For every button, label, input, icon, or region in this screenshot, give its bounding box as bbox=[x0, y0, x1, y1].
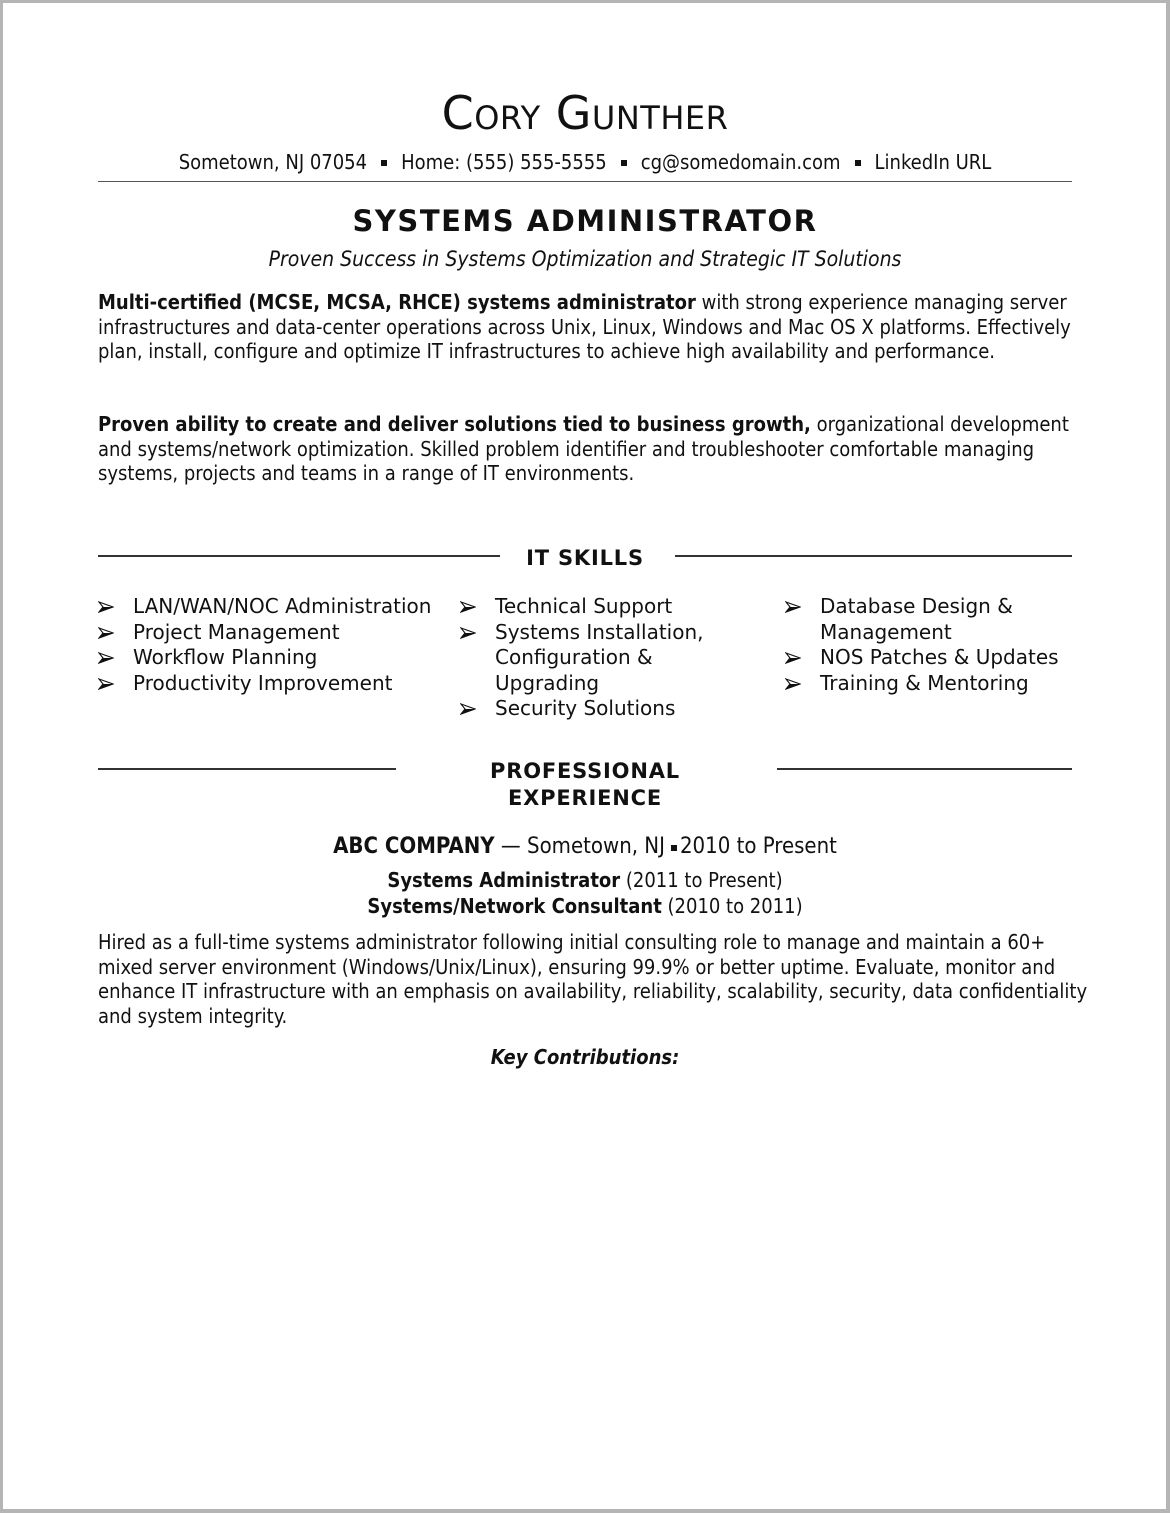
skills-column-1: LAN/WAN/NOC Administration Project Manag… bbox=[98, 594, 438, 696]
skill-item: NOS Patches & Updates bbox=[785, 645, 1075, 671]
key-contributions-label: Key Contributions: bbox=[490, 1045, 680, 1069]
arrowhead-bullet-icon bbox=[785, 652, 801, 664]
skill-item: Workflow Planning bbox=[98, 645, 438, 671]
role-dates: (2011 to Present) bbox=[620, 868, 783, 892]
contact-location: Sometown, NJ 07054 bbox=[178, 150, 368, 174]
skill-item: Productivity Improvement bbox=[98, 671, 438, 697]
experience-heading-line-2: EXPERIENCE bbox=[508, 786, 662, 810]
skills-rule-right bbox=[675, 555, 1072, 557]
header-divider bbox=[98, 181, 1072, 182]
experience-heading: PROFESSIONAL EXPERIENCE bbox=[98, 758, 1072, 812]
skills-column-2: Technical Support Systems Installation, … bbox=[460, 594, 760, 722]
skill-item: Database Design & Management bbox=[785, 594, 1075, 645]
candidate-name: Cory Gunther bbox=[441, 86, 729, 140]
arrowhead-bullet-icon bbox=[98, 677, 114, 690]
role-title: Systems/Network Consultant bbox=[367, 894, 662, 918]
contact-email[interactable]: cg@somedomain.com bbox=[641, 150, 841, 174]
arrowhead-bullet-icon bbox=[785, 601, 801, 613]
skill-item: Security Solutions bbox=[460, 696, 760, 722]
contact-line: Sometown, NJ 07054 Home: (555) 555-5555 cg… bbox=[98, 148, 1072, 176]
skills-column-3: Database Design & Management NOS Patches… bbox=[785, 594, 1075, 696]
job-title: SYSTEMS ADMINISTRATOR bbox=[352, 204, 818, 238]
arrowhead-bullet-icon bbox=[98, 626, 114, 639]
tagline: Proven Success in Systems Optimization a… bbox=[268, 247, 902, 271]
company-location: — Sometown, NJ bbox=[494, 834, 665, 859]
company-line: ABC COMPANY — Sometown, NJ 2010 to Presen… bbox=[98, 832, 1072, 862]
experience-rule-right bbox=[777, 768, 1072, 770]
role-line-1: Systems Administrator (2011 to Present) bbox=[98, 867, 1072, 893]
company-name: ABC COMPANY bbox=[333, 834, 495, 859]
skill-item: Training & Mentoring bbox=[785, 671, 1075, 697]
summary-2-bold: Proven ability to create and deliver sol… bbox=[98, 412, 811, 436]
summary-paragraph-2: Proven ability to create and deliver sol… bbox=[98, 412, 1088, 486]
skill-item: Technical Support bbox=[460, 594, 760, 620]
skill-item: LAN/WAN/NOC Administration bbox=[98, 594, 438, 620]
contact-phone: Home: (555) 555-5555 bbox=[401, 150, 607, 174]
role-line-2: Systems/Network Consultant (2010 to 2011… bbox=[98, 893, 1072, 919]
skills-heading: IT SKILLS bbox=[526, 546, 644, 570]
role-dates: (2010 to 2011) bbox=[661, 894, 803, 918]
separator-square-icon bbox=[620, 159, 627, 166]
experience-description: Hired as a full-time systems administrat… bbox=[98, 930, 1088, 1028]
separator-square-icon bbox=[854, 159, 861, 166]
contact-linkedin[interactable]: LinkedIn URL bbox=[875, 150, 992, 174]
arrowhead-bullet-icon bbox=[785, 677, 801, 690]
arrowhead-bullet-icon bbox=[460, 601, 476, 613]
separator-square-icon bbox=[381, 159, 388, 166]
arrowhead-bullet-icon bbox=[98, 652, 114, 664]
summary-1-bold: Multi-certified (MCSE, MCSA, RHCE) syste… bbox=[98, 290, 696, 314]
arrowhead-bullet-icon bbox=[460, 626, 476, 639]
skill-item: Project Management bbox=[98, 620, 438, 646]
arrowhead-bullet-icon bbox=[460, 703, 476, 715]
arrowhead-bullet-icon bbox=[98, 601, 114, 613]
skill-item: Systems Installation, Configuration & Up… bbox=[460, 620, 760, 697]
summary-paragraph-1: Multi-certified (MCSE, MCSA, RHCE) syste… bbox=[98, 290, 1088, 364]
experience-heading-line-1: PROFESSIONAL bbox=[490, 759, 680, 783]
company-dates: 2010 to Present bbox=[679, 834, 837, 859]
separator-square-icon bbox=[670, 845, 677, 851]
role-title: Systems Administrator bbox=[387, 868, 621, 892]
